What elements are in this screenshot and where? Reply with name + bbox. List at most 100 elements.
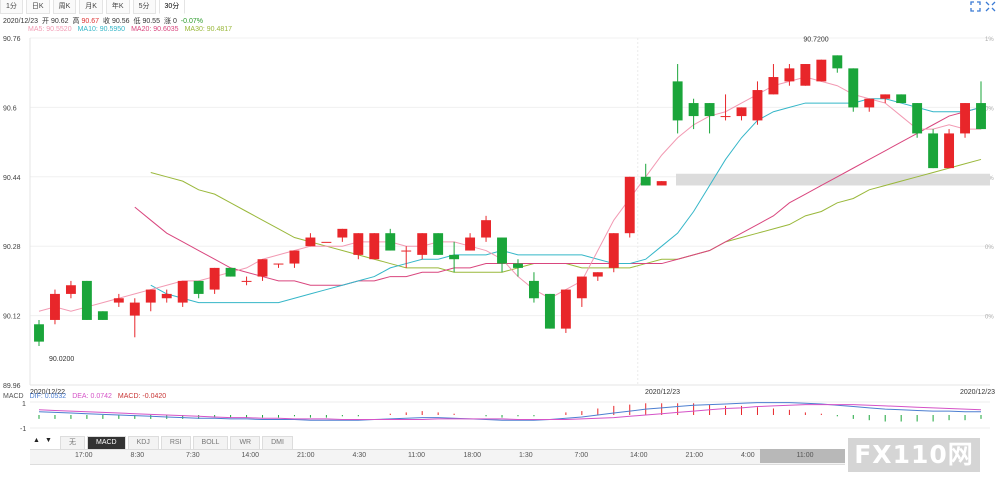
- ma-legend-item: MA30: 90.4817: [184, 26, 233, 33]
- tab-0[interactable]: 1分: [0, 0, 23, 14]
- period-tabs: 1分 日K 周K 月K 年K 5分 30分: [0, 0, 188, 14]
- candle-body: [193, 280, 204, 294]
- tab-3[interactable]: 月K: [79, 0, 103, 14]
- y-tick-label: 90.28: [3, 244, 21, 251]
- fullscreen-icon[interactable]: [985, 1, 996, 12]
- arrow-down-icon[interactable]: ▼: [45, 437, 52, 444]
- candle-body: [465, 237, 476, 251]
- x-axis-label: 2020/12/23: [960, 389, 995, 396]
- x-axis-label: 2020/12/23: [645, 389, 680, 396]
- nav-time-label: 7:00: [574, 452, 589, 459]
- candle-body: [912, 103, 923, 134]
- ma-legend-item: MA10: 90.5950: [77, 26, 126, 33]
- right-tick-label: 0%: [985, 176, 994, 182]
- candle-body: [832, 55, 843, 69]
- candle-body: [353, 233, 364, 255]
- tab-4[interactable]: 年K: [105, 0, 130, 14]
- high-label: 高: [72, 18, 80, 25]
- candle-body: [81, 280, 92, 320]
- nav-time-label: 21:00: [297, 452, 315, 459]
- order-arrows: ▲ ▼: [33, 437, 57, 444]
- quote-line: 2020/12/23 开 90.62 高 90.67 收 90.56 低 90.55 涨…: [3, 16, 205, 26]
- indicator-tab-5[interactable]: WR: [230, 436, 261, 449]
- nav-time-label: 4:30: [352, 452, 367, 459]
- candle-body: [241, 280, 252, 282]
- change-label: 涨: [163, 18, 171, 25]
- candle-body: [544, 293, 555, 329]
- nav-time-label: 8:30: [130, 452, 145, 459]
- candle-body: [672, 81, 683, 121]
- candle-body: [129, 302, 140, 316]
- indicator-tab-3[interactable]: RSI: [160, 436, 191, 449]
- quote-date: 2020/12/23: [3, 18, 39, 25]
- indicator-tabs: 无 MACD KDJ RSI BOLL WR DMI: [60, 436, 295, 449]
- nav-time-label: 14:00: [630, 452, 648, 459]
- candle-body: [145, 289, 156, 303]
- right-tick-label: 1%: [985, 37, 994, 43]
- nav-time-label: 1:30: [519, 452, 533, 459]
- low-label: 低: [133, 18, 141, 25]
- nav-time-label: 11:00: [408, 452, 425, 459]
- candle-body: [720, 116, 731, 118]
- y-tick-label: 90.12: [3, 314, 21, 321]
- candle-body: [880, 94, 891, 99]
- candle-body: [592, 272, 603, 277]
- candle-body: [848, 68, 859, 108]
- candlestick-chart: 90.76 90.6 90.44 90.28 90.12 89.96 1% 0% 0% 0% 0% 9…: [3, 36, 995, 433]
- dea-line: [38, 404, 982, 421]
- candle-body: [896, 94, 907, 104]
- candle-body: [289, 250, 300, 264]
- indicator-tab-1[interactable]: MACD: [87, 436, 126, 449]
- nav-time-label: 21:00: [685, 452, 704, 459]
- candle-body: [305, 237, 316, 247]
- tab-6[interactable]: 30分: [158, 0, 186, 14]
- nav-time-label: 18:00: [463, 452, 482, 459]
- macd-legend: MACD DIF: 0.0532 DEA: 0.0742 MACD: -0.0420: [3, 393, 172, 400]
- right-tick-label: 0%: [985, 245, 994, 251]
- candle-body: [768, 77, 779, 95]
- candle-body: [656, 181, 667, 186]
- ma-legend-item: MA5: 90.5520: [28, 26, 72, 33]
- y-tick-label: 90.44: [3, 175, 21, 182]
- arrow-up-icon[interactable]: ▲: [33, 437, 40, 444]
- range-navigator[interactable]: [30, 449, 845, 465]
- indicator-tab-4[interactable]: BOLL: [192, 436, 229, 449]
- candle-body: [257, 259, 268, 277]
- candle-body: [960, 103, 970, 134]
- expand-icon[interactable]: [970, 1, 981, 12]
- candle-body: [337, 228, 348, 238]
- candle-body: [976, 103, 986, 130]
- candle-body: [784, 68, 795, 82]
- candle-body: [497, 237, 507, 264]
- indicator-tab-6[interactable]: DMI: [262, 436, 293, 449]
- candle-body: [576, 276, 587, 299]
- ma-legend-item: MA20: 90.6035: [131, 26, 179, 33]
- candle-body: [513, 263, 523, 268]
- tab-1[interactable]: 日K: [25, 0, 50, 14]
- change-pct: -0.07%: [180, 18, 203, 25]
- open-value: 90.62: [51, 18, 69, 25]
- macd-y-label: 1: [22, 401, 26, 408]
- tab-2[interactable]: 周K: [52, 0, 77, 14]
- candle-body: [321, 241, 332, 243]
- ma10-line: [150, 98, 982, 304]
- indicator-tab-0[interactable]: 无: [60, 436, 85, 449]
- candle-body: [864, 98, 875, 108]
- candle-body: [816, 59, 827, 82]
- nav-time-label: 14:00: [241, 452, 260, 459]
- tab-5[interactable]: 5分: [132, 0, 156, 14]
- candle-body: [161, 293, 172, 299]
- open-label: 开: [42, 18, 49, 25]
- candle-body: [225, 267, 236, 277]
- candle-body: [688, 103, 699, 117]
- candle-body: [624, 176, 635, 234]
- min-annotation: 90.0200: [49, 356, 74, 363]
- macd-y-label: -1: [20, 426, 26, 433]
- candle-body: [50, 293, 60, 320]
- indicator-tab-2[interactable]: KDJ: [127, 436, 159, 449]
- candle-body: [97, 311, 108, 320]
- candle-body: [433, 233, 444, 255]
- candle-body: [608, 233, 619, 268]
- ma30-line: [150, 158, 982, 273]
- candle-body: [369, 233, 380, 260]
